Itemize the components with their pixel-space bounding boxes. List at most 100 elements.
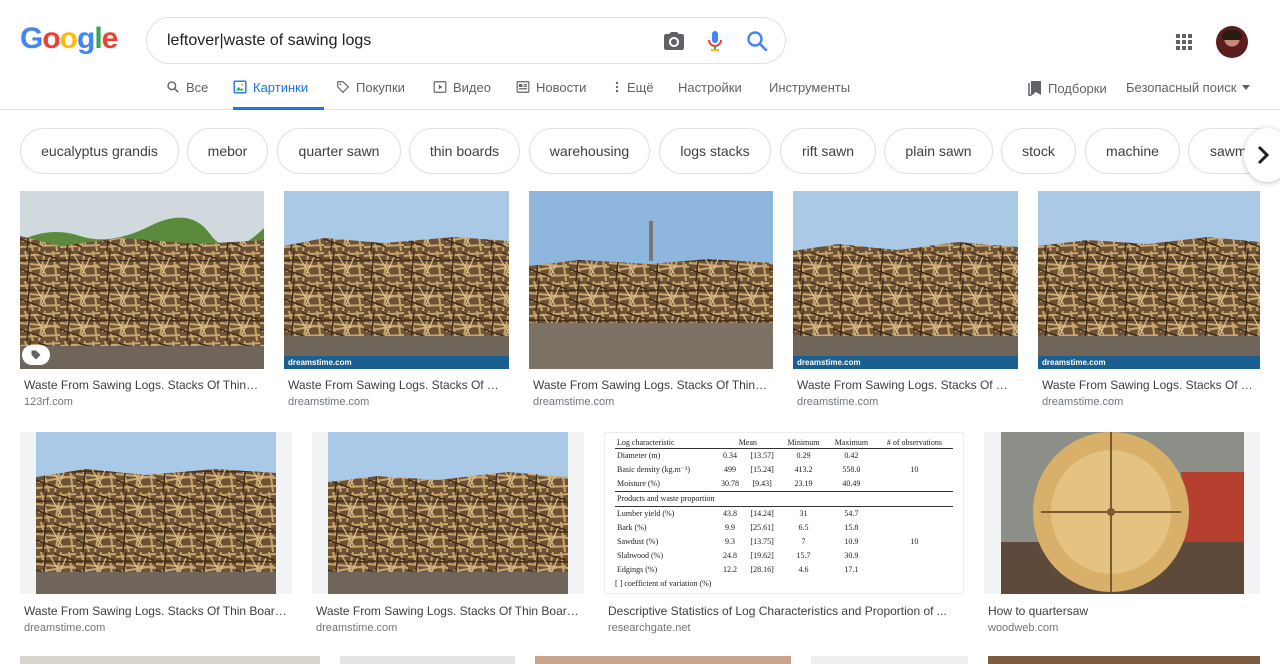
camera-icon[interactable] (662, 29, 686, 53)
table-row: Basic density (kg.m⁻³) 499 [15.24] 413.2 558… (615, 463, 953, 477)
table-cell: 0.42 (844, 451, 859, 460)
tab-images[interactable]: Картинки (233, 78, 324, 110)
tab-tools[interactable]: Инструменты (769, 78, 850, 110)
table-section-row: Products and waste proportion (615, 491, 953, 507)
chip[interactable]: rift sawn (780, 128, 876, 174)
table-cell: 15.7 (796, 551, 811, 560)
caret-down-icon (1242, 84, 1251, 90)
table-header: Mean (715, 437, 780, 449)
tab-label: Все (186, 80, 209, 95)
chip-label: machine (1106, 143, 1159, 159)
avatar[interactable] (1216, 26, 1248, 58)
chip[interactable]: mebor (187, 128, 268, 174)
tab-label: Ещё (627, 80, 654, 95)
image-result[interactable] (811, 656, 968, 664)
collections-link[interactable]: Подборки (1028, 80, 1107, 96)
result-thumbnail[interactable]: dreamstime.com (284, 191, 509, 369)
result-title[interactable]: Waste From Sawing Logs. Stacks Of Thin B… (797, 378, 1014, 392)
tag-icon (337, 81, 350, 94)
tab-shopping[interactable]: Покупки (336, 78, 405, 110)
safe-search-dropdown[interactable]: Безопасный поиск (1126, 80, 1251, 95)
image-result[interactable] (988, 656, 1260, 664)
table-cell: 499 (723, 465, 736, 474)
chip-label: rift sawn (801, 143, 855, 159)
collections-label: Подборки (1048, 80, 1107, 96)
table-header: # of observations (875, 437, 953, 449)
chip[interactable]: stock (1001, 128, 1076, 174)
table-cell: 30.9 (844, 551, 859, 560)
google-logo[interactable]: Google (20, 22, 118, 56)
search-icon[interactable] (745, 29, 769, 53)
table-row: Diameter (m) 0.34 [13.57] 0.29 0.42 (615, 449, 953, 464)
result-title[interactable]: How to quartersaw (988, 604, 1258, 618)
result-thumbnail[interactable] (312, 432, 584, 594)
image-result[interactable] (535, 656, 791, 664)
chip[interactable]: warehousing (529, 128, 650, 174)
result-thumbnail[interactable] (20, 191, 264, 369)
chip[interactable]: eucalyptus grandis (20, 128, 179, 174)
table-cell: 24.8 (722, 551, 737, 560)
search-box (146, 17, 786, 64)
image-result[interactable] (20, 656, 320, 664)
statistics-table-image[interactable]: Log characteristic Mean Minimum Maximum … (604, 432, 964, 594)
result-title[interactable]: Waste From Sawing Logs. Stacks Of Thin B… (288, 378, 505, 392)
chip[interactable]: logs stacks (659, 128, 771, 174)
table-cell (876, 549, 953, 563)
result-title[interactable]: Descriptive Statistics of Log Characteri… (608, 604, 962, 618)
wood-pile-image (1038, 191, 1260, 369)
tab-settings[interactable]: Настройки (678, 78, 742, 110)
result-title[interactable]: Waste From Sawing Logs. Stacks Of Thin B… (24, 604, 290, 618)
image-result[interactable] (340, 656, 515, 664)
header: Google Все Картинки По (0, 0, 1280, 110)
result-title[interactable]: Waste From Sawing Logs. Stacks Of Thin B… (1042, 378, 1256, 392)
result-source: dreamstime.com (316, 622, 398, 634)
table-section-label: Products and waste proportion (615, 491, 953, 507)
table-row: Bark (%) 9.9 [25.61] 6.5 15.8 (615, 521, 953, 535)
log-end-image (1001, 432, 1244, 594)
result-title[interactable]: Waste From Sawing Logs. Stacks Of Thin B… (316, 604, 582, 618)
chip[interactable]: plain sawn (884, 128, 993, 174)
table-cell: 30.78 (720, 479, 739, 488)
table-cell: 43.8 (722, 509, 737, 518)
table-cell: [19.62] (750, 551, 774, 560)
result-source: dreamstime.com (288, 396, 370, 408)
chip[interactable]: thin boards (409, 128, 520, 174)
related-chips: eucalyptus grandis mebor quarter sawn th… (20, 128, 1260, 174)
table-cell: Sawdust (%) (617, 537, 659, 546)
table-cell: [15.24] (750, 465, 774, 474)
tab-more[interactable]: Ещё (613, 78, 654, 110)
table-cell (876, 449, 953, 464)
apps-grid-icon[interactable] (1172, 30, 1196, 54)
table-row: Edgings (%) 12.2 [28.16] 4.6 17.1 (615, 563, 953, 577)
tab-video[interactable]: Видео (433, 78, 491, 110)
table-header: Maximum (827, 437, 876, 449)
result-thumbnail[interactable] (529, 191, 773, 369)
tab-news[interactable]: Новости (516, 78, 586, 110)
result-thumbnail[interactable] (984, 432, 1260, 594)
table-cell: 10 (910, 465, 919, 474)
table-cell: 40.49 (842, 479, 861, 488)
search-input[interactable] (167, 30, 647, 52)
watermark-bar: dreamstime.com (793, 356, 1018, 369)
chip-label: logs stacks (680, 143, 750, 159)
result-thumbnail[interactable]: dreamstime.com (1038, 191, 1260, 369)
table-cell: 413.2 (794, 465, 813, 474)
table-cell: 54.7 (844, 509, 859, 518)
table-cell: [25.61] (750, 523, 774, 532)
mic-icon[interactable] (703, 29, 727, 53)
wood-pile-image (328, 432, 568, 594)
more-vert-icon (615, 81, 619, 93)
tab-label: Инструменты (769, 80, 851, 95)
result-thumbnail[interactable]: dreamstime.com (793, 191, 1018, 369)
chip[interactable]: machine (1085, 128, 1180, 174)
table-row: Moisture (%) 30.78 [9.43] 23.19 40.49 (615, 477, 953, 492)
result-thumbnail[interactable] (20, 432, 292, 594)
result-title[interactable]: Waste From Sawing Logs. Stacks Of Thin B… (24, 378, 260, 392)
table-header: Minimum (780, 437, 828, 449)
tab-all[interactable]: Все (166, 78, 208, 110)
table-row: Lumber yield (%) 43.8 [14.24] 31 54.7 (615, 507, 953, 522)
chip[interactable]: quarter sawn (277, 128, 401, 174)
result-title[interactable]: Waste From Sawing Logs. Stacks Of Thin B… (533, 378, 769, 392)
table-cell: 12.2 (722, 565, 737, 574)
news-icon (516, 81, 530, 93)
